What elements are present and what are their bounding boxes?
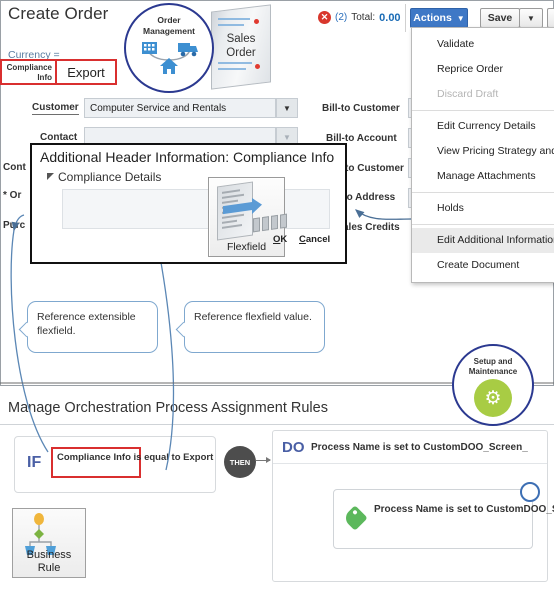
actions-dropdown-menu[interactable]: Validate Reprice Order Discard Draft Edi… bbox=[411, 27, 554, 283]
if-keyword: IF bbox=[27, 454, 42, 471]
compliance-info-value[interactable]: Export bbox=[57, 59, 117, 85]
menu-item-create-document[interactable]: Create Document bbox=[412, 253, 554, 278]
menu-item-validate[interactable]: Validate bbox=[412, 32, 554, 57]
order-management-illustration bbox=[138, 38, 200, 76]
actions-button-label: Actions bbox=[413, 12, 452, 24]
sales-order-label-line2: Order bbox=[226, 47, 256, 59]
business-rule-label-line2: Rule bbox=[37, 562, 61, 574]
rules-panel-title: Manage Orchestration Process Assignment … bbox=[8, 400, 328, 416]
compliance-info-field-label: Compliance Info bbox=[0, 59, 57, 85]
field-label-order-required: * Or bbox=[3, 190, 22, 201]
toolbar-divider bbox=[405, 4, 406, 32]
customer-input[interactable]: Computer Service and Rentals bbox=[84, 98, 276, 118]
rules-divider bbox=[0, 424, 554, 425]
order-management-badge: Order Management bbox=[124, 3, 214, 93]
menu-item-reprice-order[interactable]: Reprice Order bbox=[412, 57, 554, 82]
flexfield-illustration: Flexfield bbox=[208, 177, 287, 257]
do-statement-text: Process Name is set to CustomDOO_Screen_ bbox=[311, 442, 528, 453]
total-value: 0.00 bbox=[379, 11, 401, 24]
menu-divider bbox=[412, 192, 554, 193]
business-rule-label-line1: Business bbox=[26, 549, 72, 561]
do-keyword: DO bbox=[282, 439, 305, 456]
field-label-contact-2: Cont bbox=[3, 162, 26, 173]
actions-button[interactable]: Actions ▼ bbox=[410, 8, 468, 28]
menu-item-edit-additional-information[interactable]: Edit Additional Information bbox=[412, 228, 554, 253]
sales-order-label-line1: Sales bbox=[226, 33, 256, 45]
setup-label-line2: Maintenance bbox=[468, 367, 518, 376]
callout-value-text: Reference flexfield value. bbox=[194, 311, 312, 323]
callout-reference-flexfield-value: Reference flexfield value. bbox=[175, 301, 325, 353]
callout-extensible-text: Reference extensible flexfield. bbox=[37, 311, 136, 337]
if-condition-card: IF Compliance Info is equal to Export bbox=[14, 436, 216, 493]
resize-handle[interactable] bbox=[520, 482, 540, 502]
menu-item-edit-currency-details[interactable]: Edit Currency Details bbox=[412, 114, 554, 139]
factory-truck-home-icon bbox=[142, 42, 198, 74]
field-label-purchase-order: Purc bbox=[3, 220, 26, 231]
do-action-chip[interactable]: Process Name is set to CustomDOO_Screen_… bbox=[333, 482, 554, 549]
total-label: Total: bbox=[351, 12, 376, 23]
menu-item-discard-draft: Discard Draft bbox=[437, 88, 499, 100]
dialog-title: Additional Header Information: Complianc… bbox=[40, 149, 335, 165]
chevron-down-icon: ▼ bbox=[456, 13, 465, 23]
gears-icon: ⚙ bbox=[474, 379, 512, 417]
menu-item-holds[interactable]: Holds bbox=[412, 196, 554, 221]
disclosure-triangle-icon[interactable] bbox=[47, 173, 54, 180]
page-title: Create Order bbox=[8, 4, 109, 23]
customer-dropdown-caret[interactable]: ▼ bbox=[276, 98, 298, 118]
tag-icon bbox=[342, 505, 368, 531]
field-label-ship-to-customer: to Customer bbox=[345, 163, 404, 174]
compliance-details-section-label: Compliance Details bbox=[58, 170, 162, 184]
field-label-customer: Customer bbox=[32, 102, 79, 115]
field-label-bill-to-customer: Bill-to Customer bbox=[322, 103, 400, 114]
then-badge: THEN bbox=[224, 446, 256, 478]
submit-button[interactable]: S bbox=[547, 8, 554, 28]
order-management-label-line2: Management bbox=[143, 26, 195, 36]
dialog-ok-button[interactable]: OK bbox=[273, 234, 287, 245]
do-action-text: Process Name is set to CustomDOO_Screen_… bbox=[374, 504, 554, 515]
field-label-sales-credits: ales Credits bbox=[343, 222, 400, 233]
menu-divider bbox=[412, 110, 554, 111]
save-split-caret-button[interactable]: ▼ bbox=[519, 8, 543, 28]
error-circle-icon: ✕ bbox=[318, 11, 331, 24]
error-summary[interactable]: ✕ (2) Total: 0.00 bbox=[318, 11, 401, 24]
error-count: (2) bbox=[335, 12, 348, 23]
field-label-ship-to-address: -to Address bbox=[340, 192, 396, 203]
do-action-card: DO Process Name is set to CustomDOO_Scre… bbox=[272, 430, 554, 582]
then-arrow-icon bbox=[256, 457, 271, 463]
callout-reference-extensible-flexfield: Reference extensible flexfield. bbox=[18, 301, 158, 353]
compliance-details-region bbox=[62, 189, 330, 229]
field-label-contact: Contact bbox=[40, 132, 78, 143]
additional-header-information-dialog: Additional Header Information: Complianc… bbox=[30, 143, 347, 264]
menu-item-view-pricing-strategy[interactable]: View Pricing Strategy and S bbox=[412, 139, 554, 164]
order-management-label-line1: Order bbox=[157, 15, 181, 25]
save-button[interactable]: Save bbox=[480, 8, 520, 28]
setup-label-line1: Setup and bbox=[473, 357, 513, 366]
menu-divider bbox=[412, 224, 554, 225]
do-card-divider bbox=[273, 463, 547, 464]
setup-and-maintenance-badge: Setup and Maintenance ⚙ bbox=[452, 344, 534, 426]
dialog-cancel-button[interactable]: Cancel bbox=[299, 234, 330, 245]
menu-item-manage-attachments[interactable]: Manage Attachments bbox=[412, 164, 554, 189]
business-rule-icon: Business Rule bbox=[12, 508, 86, 578]
sales-order-icon: Sales Order bbox=[211, 4, 271, 90]
if-condition-text[interactable]: Compliance Info is equal to Export bbox=[51, 447, 213, 478]
